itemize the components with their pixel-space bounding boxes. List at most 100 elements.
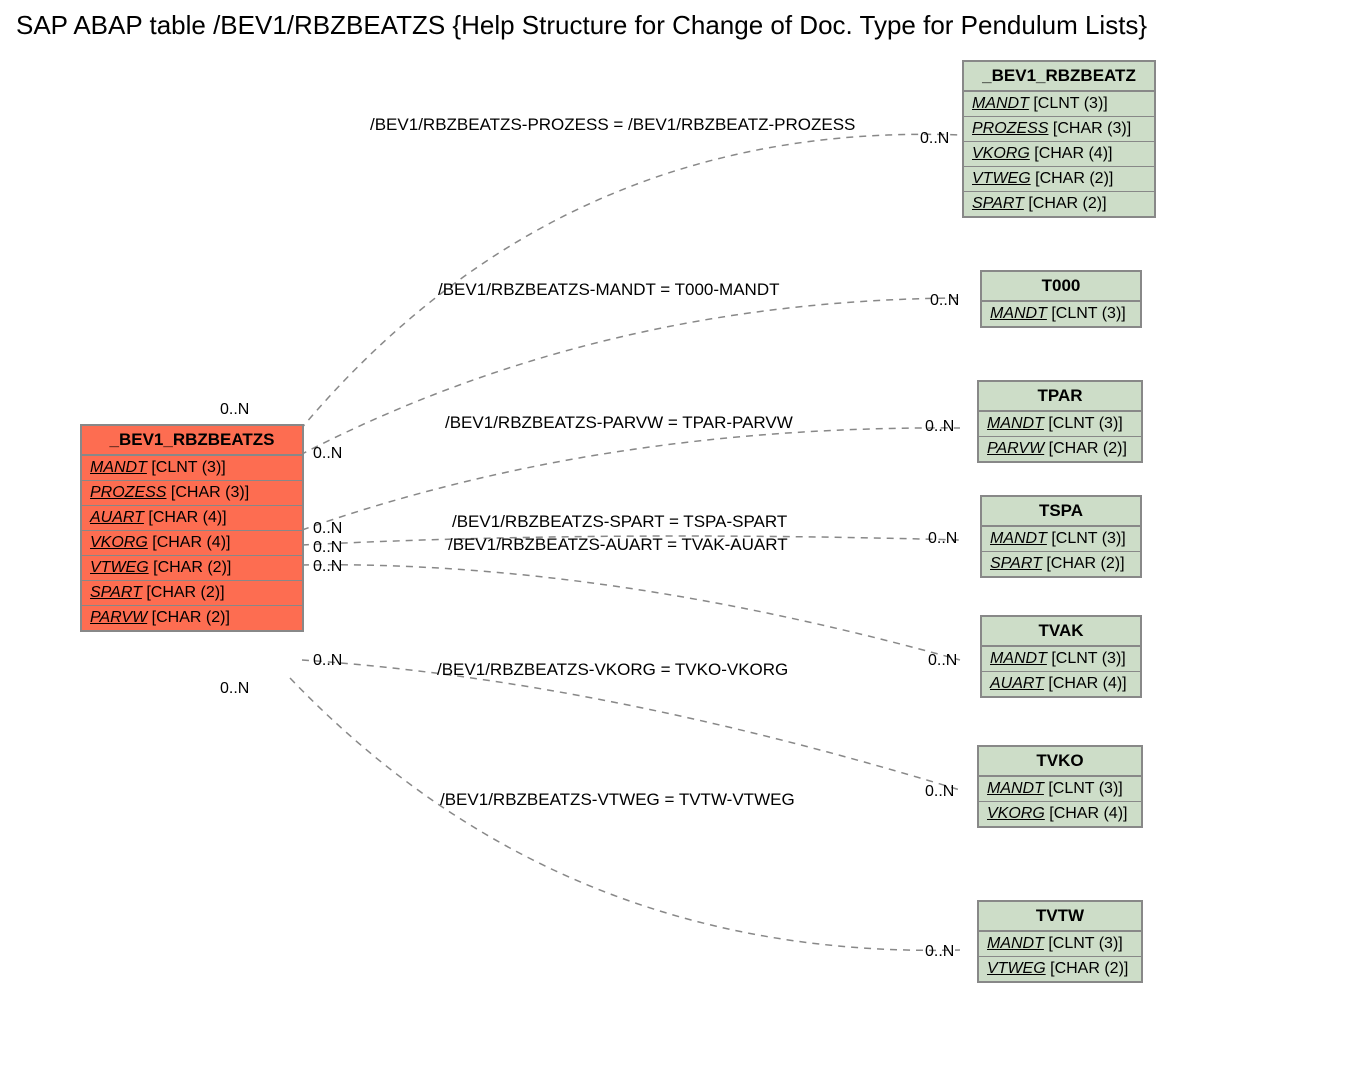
field-type: [CHAR (2)] (146, 584, 224, 601)
rel-label: /BEV1/RBZBEATZS-PARVW = TPAR-PARVW (445, 413, 793, 433)
entity-field: VKORG [CHAR (4)] (979, 802, 1141, 826)
entity-field: MANDT [CLNT (3)] (979, 932, 1141, 957)
field-name: VTWEG (972, 170, 1031, 187)
entity-field: MANDT [CLNT (3)] (979, 412, 1141, 437)
entity-field: VTWEG [CHAR (2)] (979, 957, 1141, 981)
entity-field: MANDT [CLNT (3)] (982, 527, 1140, 552)
entity-tvtw: TVTW MANDT [CLNT (3)] VTWEG [CHAR (2)] (977, 900, 1143, 983)
field-type: [CHAR (3)] (171, 484, 249, 501)
field-type: [CLNT (3)] (1033, 95, 1107, 112)
field-name: VKORG (972, 145, 1030, 162)
rel-label: /BEV1/RBZBEATZS-AUART = TVAK-AUART (448, 535, 788, 555)
cardinality-label: 0..N (220, 680, 249, 698)
field-name: MANDT (972, 95, 1029, 112)
cardinality-label: 0..N (925, 783, 954, 801)
field-name: VKORG (90, 534, 148, 551)
field-name: PARVW (987, 440, 1044, 457)
entity-field: PROZESS [CHAR (3)] (964, 117, 1154, 142)
field-name: SPART (972, 195, 1024, 212)
entity-header: TVTW (979, 902, 1141, 932)
field-name: MANDT (990, 650, 1047, 667)
entity-main: _BEV1_RBZBEATZS MANDT [CLNT (3)] PROZESS… (80, 424, 304, 632)
field-name: PARVW (90, 609, 147, 626)
rel-label: /BEV1/RBZBEATZS-VKORG = TVKO-VKORG (437, 660, 788, 680)
entity-tpar: TPAR MANDT [CLNT (3)] PARVW [CHAR (2)] (977, 380, 1143, 463)
entity-field: PARVW [CHAR (2)] (82, 606, 302, 630)
field-type: [CHAR (2)] (152, 609, 230, 626)
cardinality-label: 0..N (313, 539, 342, 557)
field-name: VKORG (987, 805, 1045, 822)
rel-label: /BEV1/RBZBEATZS-VTWEG = TVTW-VTWEG (440, 790, 795, 810)
field-type: [CHAR (2)] (1035, 170, 1113, 187)
field-name: MANDT (987, 780, 1044, 797)
rel-label: /BEV1/RBZBEATZS-PROZESS = /BEV1/RBZBEATZ… (370, 115, 855, 135)
field-name: VTWEG (90, 559, 149, 576)
entity-tvko: TVKO MANDT [CLNT (3)] VKORG [CHAR (4)] (977, 745, 1143, 828)
entity-field: MANDT [CLNT (3)] (982, 647, 1140, 672)
cardinality-label: 0..N (920, 130, 949, 148)
cardinality-label: 0..N (313, 445, 342, 463)
entity-header: TVAK (982, 617, 1140, 647)
field-name: PROZESS (90, 484, 166, 501)
entity-header: TVKO (979, 747, 1141, 777)
entity-field: SPART [CHAR (2)] (964, 192, 1154, 216)
field-type: [CHAR (4)] (1049, 805, 1127, 822)
field-type: [CHAR (3)] (1053, 120, 1131, 137)
field-type: [CHAR (2)] (1028, 195, 1106, 212)
cardinality-label: 0..N (313, 520, 342, 538)
field-type: [CHAR (4)] (1034, 145, 1112, 162)
field-type: [CHAR (2)] (1050, 960, 1128, 977)
entity-field: PROZESS [CHAR (3)] (82, 481, 302, 506)
field-name: PROZESS (972, 120, 1048, 137)
entity-field: VKORG [CHAR (4)] (964, 142, 1154, 167)
entity-field: AUART [CHAR (4)] (982, 672, 1140, 696)
entity-field: PARVW [CHAR (2)] (979, 437, 1141, 461)
entity-header: _BEV1_RBZBEATZS (82, 426, 302, 456)
entity-field: AUART [CHAR (4)] (82, 506, 302, 531)
field-type: [CLNT (3)] (151, 459, 225, 476)
entity-field: SPART [CHAR (2)] (82, 581, 302, 606)
field-name: AUART (990, 675, 1044, 692)
field-name: AUART (90, 509, 144, 526)
field-type: [CLNT (3)] (1051, 650, 1125, 667)
cardinality-label: 0..N (930, 292, 959, 310)
field-name: MANDT (987, 415, 1044, 432)
entity-header: T000 (982, 272, 1140, 302)
entity-field: MANDT [CLNT (3)] (964, 92, 1154, 117)
cardinality-label: 0..N (313, 558, 342, 576)
field-name: MANDT (990, 305, 1047, 322)
field-name: VTWEG (987, 960, 1046, 977)
field-type: [CHAR (4)] (152, 534, 230, 551)
entity-field: MANDT [CLNT (3)] (82, 456, 302, 481)
entity-field: VTWEG [CHAR (2)] (964, 167, 1154, 192)
field-type: [CHAR (4)] (148, 509, 226, 526)
entity-header: TSPA (982, 497, 1140, 527)
cardinality-label: 0..N (928, 530, 957, 548)
rel-label: /BEV1/RBZBEATZS-MANDT = T000-MANDT (438, 280, 780, 300)
field-type: [CLNT (3)] (1048, 780, 1122, 797)
page-title: SAP ABAP table /BEV1/RBZBEATZS {Help Str… (0, 0, 1365, 41)
entity-field: MANDT [CLNT (3)] (979, 777, 1141, 802)
field-type: [CHAR (2)] (153, 559, 231, 576)
cardinality-label: 0..N (928, 652, 957, 670)
field-type: [CLNT (3)] (1048, 415, 1122, 432)
entity-field: VKORG [CHAR (4)] (82, 531, 302, 556)
entity-header: TPAR (979, 382, 1141, 412)
field-name: MANDT (990, 530, 1047, 547)
entity-t000: T000 MANDT [CLNT (3)] (980, 270, 1142, 328)
cardinality-label: 0..N (925, 418, 954, 436)
entity-tspa: TSPA MANDT [CLNT (3)] SPART [CHAR (2)] (980, 495, 1142, 578)
rel-label: /BEV1/RBZBEATZS-SPART = TSPA-SPART (452, 512, 787, 532)
field-name: SPART (990, 555, 1042, 572)
field-type: [CHAR (4)] (1048, 675, 1126, 692)
cardinality-label: 0..N (220, 401, 249, 419)
field-name: MANDT (90, 459, 147, 476)
entity-tvak: TVAK MANDT [CLNT (3)] AUART [CHAR (4)] (980, 615, 1142, 698)
field-type: [CLNT (3)] (1051, 305, 1125, 322)
cardinality-label: 0..N (313, 652, 342, 670)
entity-field: MANDT [CLNT (3)] (982, 302, 1140, 326)
field-name: MANDT (987, 935, 1044, 952)
cardinality-label: 0..N (925, 943, 954, 961)
entity-header: _BEV1_RBZBEATZ (964, 62, 1154, 92)
entity-bev1-rbzbeatz: _BEV1_RBZBEATZ MANDT [CLNT (3)] PROZESS … (962, 60, 1156, 218)
